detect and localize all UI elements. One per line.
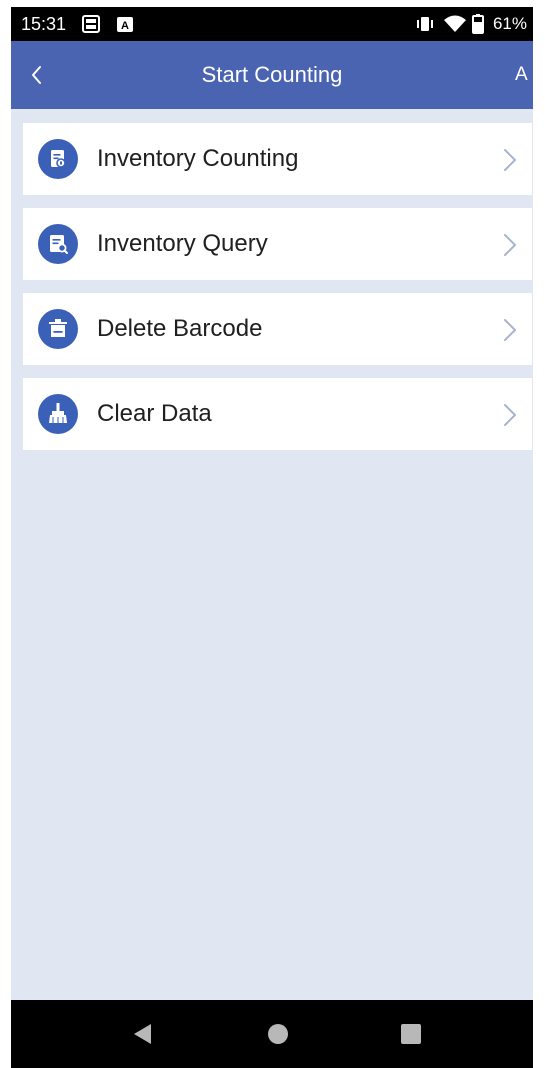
menu-item-inventory-query[interactable]: Inventory Query [23,208,532,280]
svg-text:A: A [121,20,129,32]
inventory-counting-icon [38,139,78,179]
status-time: 15:31 [21,14,67,34]
menu-item-delete-barcode[interactable]: Delete Barcode [23,293,532,365]
page-title: Start Counting [201,62,343,87]
back-triangle-icon[interactable] [131,1022,155,1051]
menu-item-label: Delete Barcode [97,315,263,342]
trash-icon [38,309,78,349]
app-bar: Start Counting A [11,41,533,109]
chevron-right-icon [502,147,518,173]
chevron-right-icon [502,402,518,428]
status-bar: 15:31 A 61% [11,7,533,41]
navigation-bar [11,1000,533,1068]
menu-item-label: Inventory Counting [97,145,299,172]
menu-item-label: Clear Data [97,400,212,427]
chevron-right-icon [502,232,518,258]
home-circle-icon[interactable] [266,1022,290,1051]
chevron-right-icon [502,317,518,343]
app-bar-action-button[interactable]: A [515,41,533,109]
menu-item-label: Inventory Query [97,230,268,257]
phone-screen: 15:31 A 61% Start Counting A Inventory C… [11,7,533,1068]
menu-item-inventory-counting[interactable]: Inventory Counting [23,123,532,195]
screenshot-icon [81,13,101,40]
broom-icon [38,394,78,434]
battery-percent: 61% [492,14,527,33]
menu-item-clear-data[interactable]: Clear Data [23,378,532,450]
vibrate-icon [414,13,436,40]
recents-square-icon[interactable] [399,1022,423,1051]
battery-icon [472,13,484,40]
inventory-query-icon [38,224,78,264]
wifi-icon [443,13,467,40]
notification-a-icon: A [116,13,134,40]
